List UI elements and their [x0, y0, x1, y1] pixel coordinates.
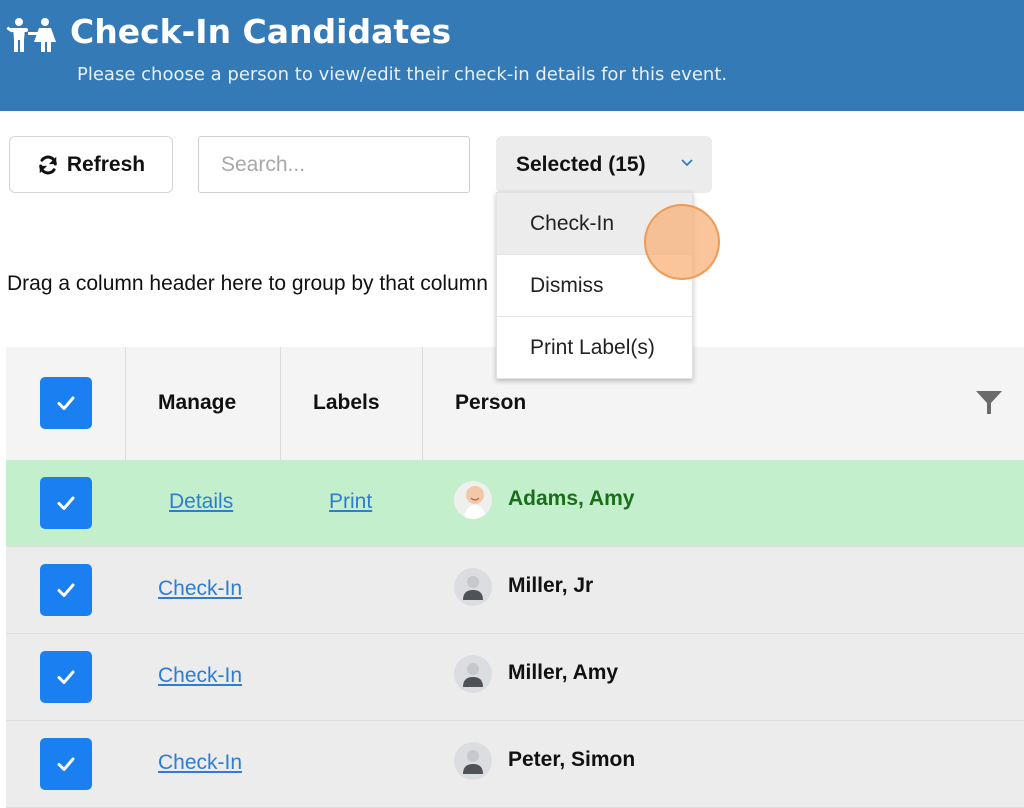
- avatar: [454, 742, 492, 780]
- avatar: [454, 568, 492, 606]
- person-placeholder-icon: [463, 576, 483, 600]
- menu-item-print-labels[interactable]: Print Label(s): [497, 317, 692, 379]
- row-checkbox[interactable]: [40, 477, 92, 529]
- selected-label: Selected (15): [516, 152, 646, 176]
- row-checkbox[interactable]: [40, 738, 92, 790]
- table-row[interactable]: Check-In Peter, Simon: [6, 721, 1024, 808]
- person-photo-icon: [454, 481, 492, 519]
- column-separator: [422, 347, 423, 460]
- person-name: Miller, Jr: [508, 574, 594, 597]
- table-row[interactable]: Check-In Miller, Amy: [6, 634, 1024, 721]
- filter-icon[interactable]: [974, 387, 1004, 417]
- column-header-person[interactable]: Person: [455, 391, 526, 415]
- page-title: Check-In Candidates: [70, 12, 452, 51]
- print-link[interactable]: Print: [329, 490, 372, 514]
- checkmark-icon: [57, 496, 75, 510]
- check-in-link[interactable]: Check-In: [158, 577, 242, 601]
- page-subtitle: Please choose a person to view/edit thei…: [77, 64, 728, 85]
- search-input[interactable]: [198, 136, 470, 193]
- person-name: Adams, Amy: [508, 487, 635, 510]
- row-checkbox[interactable]: [40, 564, 92, 616]
- selected-actions-dropdown[interactable]: Selected (15): [496, 136, 712, 193]
- people-icon: [6, 18, 56, 52]
- touch-indicator: [644, 204, 720, 280]
- checkin-grid: Manage Labels Person Details Print Adams…: [6, 347, 1024, 808]
- avatar: [454, 481, 492, 519]
- page-header: Check-In Candidates Please choose a pers…: [0, 0, 1024, 111]
- check-in-link[interactable]: Check-In: [158, 664, 242, 688]
- group-by-hint: Drag a column header here to group by th…: [7, 272, 488, 295]
- person-placeholder-icon: [463, 750, 483, 774]
- checkmark-icon: [57, 670, 75, 684]
- column-separator: [125, 347, 126, 460]
- select-all-checkbox[interactable]: [40, 377, 92, 429]
- checkmark-icon: [57, 757, 75, 771]
- refresh-icon: [39, 155, 57, 174]
- refresh-button[interactable]: Refresh: [9, 136, 173, 193]
- chevron-down-icon: [681, 159, 693, 167]
- person-placeholder-icon: [463, 663, 483, 687]
- checkmark-icon: [57, 396, 75, 410]
- person-name: Peter, Simon: [508, 748, 636, 771]
- row-checkbox[interactable]: [40, 651, 92, 703]
- checkmark-icon: [57, 583, 75, 597]
- details-link[interactable]: Details: [169, 490, 233, 514]
- table-row[interactable]: Check-In Miller, Jr: [6, 547, 1024, 634]
- refresh-label: Refresh: [66, 152, 146, 176]
- column-separator: [280, 347, 281, 460]
- person-name: Miller, Amy: [508, 661, 619, 684]
- avatar: [454, 655, 492, 693]
- column-header-manage[interactable]: Manage: [158, 391, 236, 415]
- check-in-link[interactable]: Check-In: [158, 751, 242, 775]
- table-row[interactable]: Details Print Adams, Amy: [6, 460, 1024, 547]
- column-header-labels[interactable]: Labels: [313, 391, 380, 415]
